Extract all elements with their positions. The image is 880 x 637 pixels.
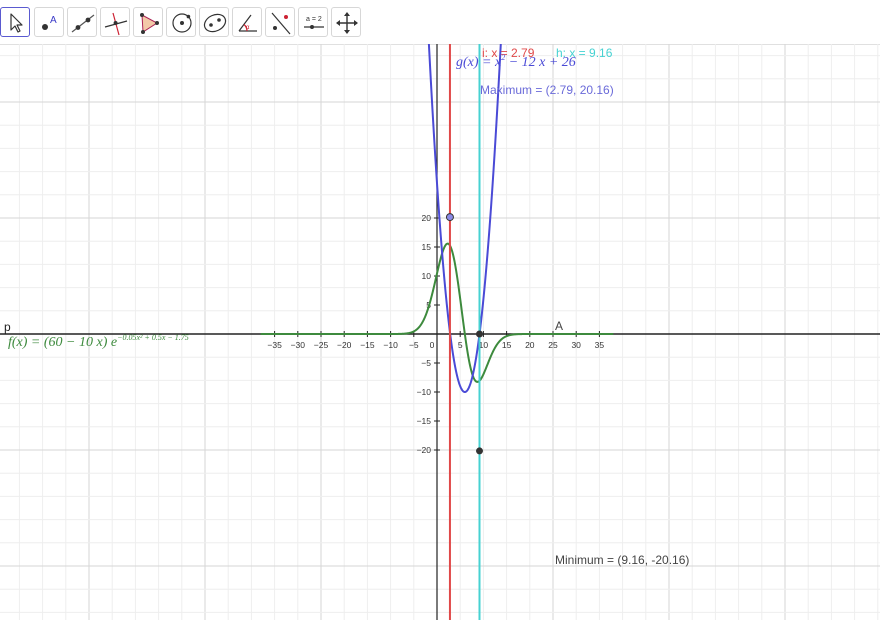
point-tool-icon: A (42, 15, 57, 30)
x-tick-label: −5 (409, 340, 419, 350)
svg-text:α: α (246, 25, 250, 31)
y-tick-label: −5 (421, 358, 431, 368)
graphics-canvas[interactable]: −35 −30 −25 −20 −15 −10 −5 0 5 10 15 20 25 30 35201510… (0, 44, 880, 620)
axes (0, 44, 880, 620)
angle-tool-button[interactable]: α (232, 7, 262, 37)
x-tick-label: 0 (430, 340, 435, 350)
reflect-tool-icon (271, 12, 291, 35)
maximum-label[interactable]: Maximum = (2.79, 20.16) (480, 83, 614, 97)
polygon-tool-icon (140, 13, 159, 34)
polygon-tool-button[interactable] (133, 7, 163, 37)
perpendicular-line-tool-button[interactable] (100, 7, 130, 37)
ellipse-tool-icon (203, 13, 227, 33)
toolbar: A α a = 2 (0, 0, 880, 45)
circle-tool-button[interactable] (166, 7, 196, 37)
x-tick-label: −35 (267, 340, 282, 350)
line-tool-icon (71, 14, 95, 33)
angle-tool-icon: α (238, 14, 257, 32)
reflect-tool-button[interactable] (265, 7, 295, 37)
x-tick-label: 5 (458, 340, 463, 350)
point-a-label[interactable]: A (555, 319, 563, 333)
move-graphics-view-tool-button[interactable] (331, 7, 361, 37)
perpendicular-line-tool-icon (104, 12, 128, 36)
point-a[interactable] (476, 330, 484, 338)
svg-text:A: A (50, 15, 57, 26)
x-tick-label: 20 (525, 340, 535, 350)
x-tick-label: −25 (314, 340, 329, 350)
circle-tool-icon (172, 13, 192, 33)
maximum-point[interactable] (445, 213, 454, 222)
point-tool-button[interactable]: A (34, 7, 64, 37)
y-tick-label: −15 (417, 416, 432, 426)
x-tick-label: 35 (595, 340, 605, 350)
y-tick-label: −10 (417, 387, 432, 397)
minimum-label[interactable]: Minimum = (9.16, -20.16) (555, 553, 689, 567)
x-tick-label: −30 (291, 340, 306, 350)
slider-tool-button[interactable]: a = 2 (298, 7, 328, 37)
function-g-label[interactable]: g(x) = x2 − 12 x + 26 (456, 53, 576, 70)
graphics-view[interactable]: −35 −30 −25 −20 −15 −10 −5 0 5 10 15 20 25 30 35 20 15 10… (0, 44, 880, 620)
y-tick-label: 10 (422, 271, 432, 281)
move-graphics-view-tool-icon (336, 12, 358, 34)
x-tick-label: −15 (360, 340, 375, 350)
grid (0, 44, 880, 620)
line-tool-button[interactable] (67, 7, 97, 37)
x-axis-label: p (4, 320, 11, 334)
x-tick-label: −10 (383, 340, 398, 350)
x-tick-label: 30 (571, 340, 581, 350)
slider-tool-icon: a = 2 (304, 16, 324, 29)
x-tick-label: 15 (502, 340, 512, 350)
y-tick-label: 15 (422, 242, 432, 252)
ellipse-tool-button[interactable] (199, 7, 229, 37)
function-f-label[interactable]: f(x) = (60 − 10 x) e−0.05x² + 0.5x − 1.7… (8, 333, 189, 350)
minimum-point[interactable] (476, 447, 484, 455)
x-tick-label: 25 (548, 340, 558, 350)
y-tick-label: 20 (422, 213, 432, 223)
move-tool-icon (10, 13, 23, 33)
x-tick-label: −20 (337, 340, 352, 350)
slider-tool-label: a = 2 (306, 16, 322, 23)
geogebra-window: A α a = 2 −35 −30 −25 −20 −15 −10 −5 0 5… (0, 0, 880, 637)
move-tool-button[interactable] (0, 7, 30, 37)
y-tick-label: −20 (417, 445, 432, 455)
